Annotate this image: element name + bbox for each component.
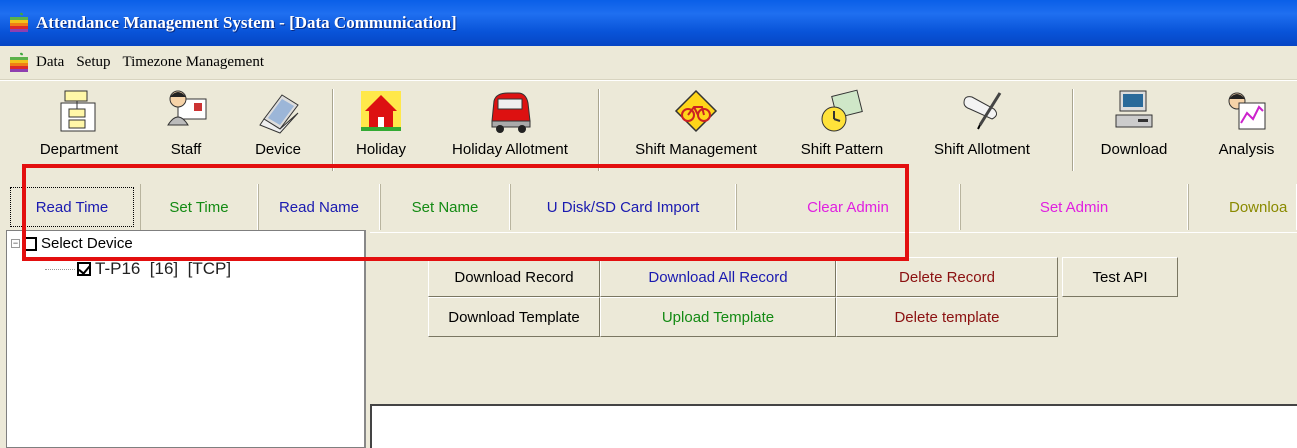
- test-api-button[interactable]: Test API: [1062, 257, 1178, 297]
- log-output-area[interactable]: [370, 404, 1297, 448]
- clear-admin-button[interactable]: Clear Admin: [736, 184, 960, 230]
- apple-icon: [10, 12, 28, 32]
- set-time-button[interactable]: Set Time: [140, 184, 258, 230]
- download-template-button[interactable]: Download Template: [428, 297, 600, 337]
- toolbar-department-label: Department: [39, 141, 119, 158]
- toolbar-shift-pattern-button[interactable]: Shift Pattern: [786, 87, 898, 171]
- set-admin-button[interactable]: Set Admin: [960, 184, 1188, 230]
- toolbar-analysis-button[interactable]: Analysis: [1196, 87, 1297, 171]
- toolbar-shift-allotment-label: Shift Allotment: [934, 141, 1030, 158]
- menu-setup[interactable]: Setup: [76, 54, 110, 71]
- delete-record-button[interactable]: Delete Record: [836, 257, 1058, 297]
- toolbar-holiday-allotment-label: Holiday Allotment: [452, 141, 568, 158]
- tree-connector: [45, 268, 75, 270]
- action-panel: Download Record Download All Record Dele…: [370, 232, 1297, 402]
- scroll-pen-icon: [963, 92, 1002, 130]
- function-button-row: Read Time Set Time Read Name Set Name U …: [8, 184, 1297, 230]
- window-title: Attendance Management System - [Data Com…: [36, 13, 457, 32]
- tree-device-row[interactable]: T-P16 [16] [TCP]: [45, 259, 231, 279]
- toolbar-separator: [332, 89, 334, 171]
- toolbar-shift-pattern-label: Shift Pattern: [800, 141, 884, 158]
- device-label: T-P16 [16] [TCP]: [95, 259, 232, 278]
- tree-root-row[interactable]: − Select Device: [11, 235, 133, 252]
- read-name-button[interactable]: Read Name: [258, 184, 380, 230]
- staff-id-card-icon: [167, 90, 207, 126]
- delete-template-button[interactable]: Delete template: [836, 297, 1058, 337]
- read-time-button[interactable]: Read Time: [10, 187, 134, 227]
- menu-bar: Data Setup Timezone Management: [0, 46, 1297, 80]
- device-laptop-icon: [259, 94, 299, 134]
- toolbar-download-button[interactable]: Download: [1082, 87, 1186, 171]
- toolbar: Department Staff Device Holiday Holiday …: [0, 80, 1297, 172]
- department-tree-icon: [60, 90, 96, 132]
- toolbar-separator: [598, 89, 600, 171]
- menu-data[interactable]: Data: [36, 54, 64, 71]
- apple-icon[interactable]: [8, 52, 30, 74]
- device-checkbox[interactable]: [77, 262, 91, 276]
- toolbar-shift-allotment-button[interactable]: Shift Allotment: [902, 87, 1062, 171]
- select-device-label: Select Device: [41, 235, 133, 252]
- toolbar-download-label: Download: [1100, 141, 1168, 158]
- toolbar-holiday-allotment-button[interactable]: Holiday Allotment: [426, 87, 594, 171]
- car-icon: [491, 92, 531, 133]
- toolbar-holiday-label: Holiday: [355, 141, 407, 158]
- toolbar-staff-button[interactable]: Staff: [150, 87, 222, 171]
- clock-pattern-icon: [821, 89, 863, 132]
- computer-download-icon: [1115, 90, 1153, 128]
- toolbar-shift-management-label: Shift Management: [635, 141, 757, 158]
- toolbar-staff-label: Staff: [170, 141, 202, 158]
- download-button[interactable]: Downloa: [1188, 184, 1297, 230]
- toolbar-department-button[interactable]: Department: [14, 87, 144, 171]
- toolbar-device-button[interactable]: Device: [240, 87, 316, 171]
- analysis-chart-icon: [1228, 92, 1265, 130]
- toolbar-holiday-button[interactable]: Holiday: [345, 87, 417, 171]
- toolbar-device-label: Device: [255, 141, 301, 158]
- u-disk-sd-card-import-button[interactable]: U Disk/SD Card Import: [510, 184, 736, 230]
- toolbar-shift-management-button[interactable]: Shift Management: [610, 87, 782, 171]
- upload-template-button[interactable]: Upload Template: [600, 297, 836, 337]
- holiday-house-icon: [361, 91, 401, 131]
- menu-timezone-management[interactable]: Timezone Management: [123, 54, 265, 71]
- set-name-button[interactable]: Set Name: [380, 184, 510, 230]
- toolbar-separator: [1072, 89, 1074, 171]
- title-bar: Attendance Management System - [Data Com…: [0, 0, 1297, 46]
- bicycle-sign-icon: [674, 89, 718, 133]
- download-record-button[interactable]: Download Record: [428, 257, 600, 297]
- download-all-record-button[interactable]: Download All Record: [600, 257, 836, 297]
- collapse-icon[interactable]: −: [11, 239, 20, 248]
- select-device-checkbox[interactable]: [23, 236, 37, 251]
- device-tree: − Select Device T-P16 [16] [TCP]: [6, 230, 366, 448]
- toolbar-analysis-label: Analysis: [1218, 141, 1275, 158]
